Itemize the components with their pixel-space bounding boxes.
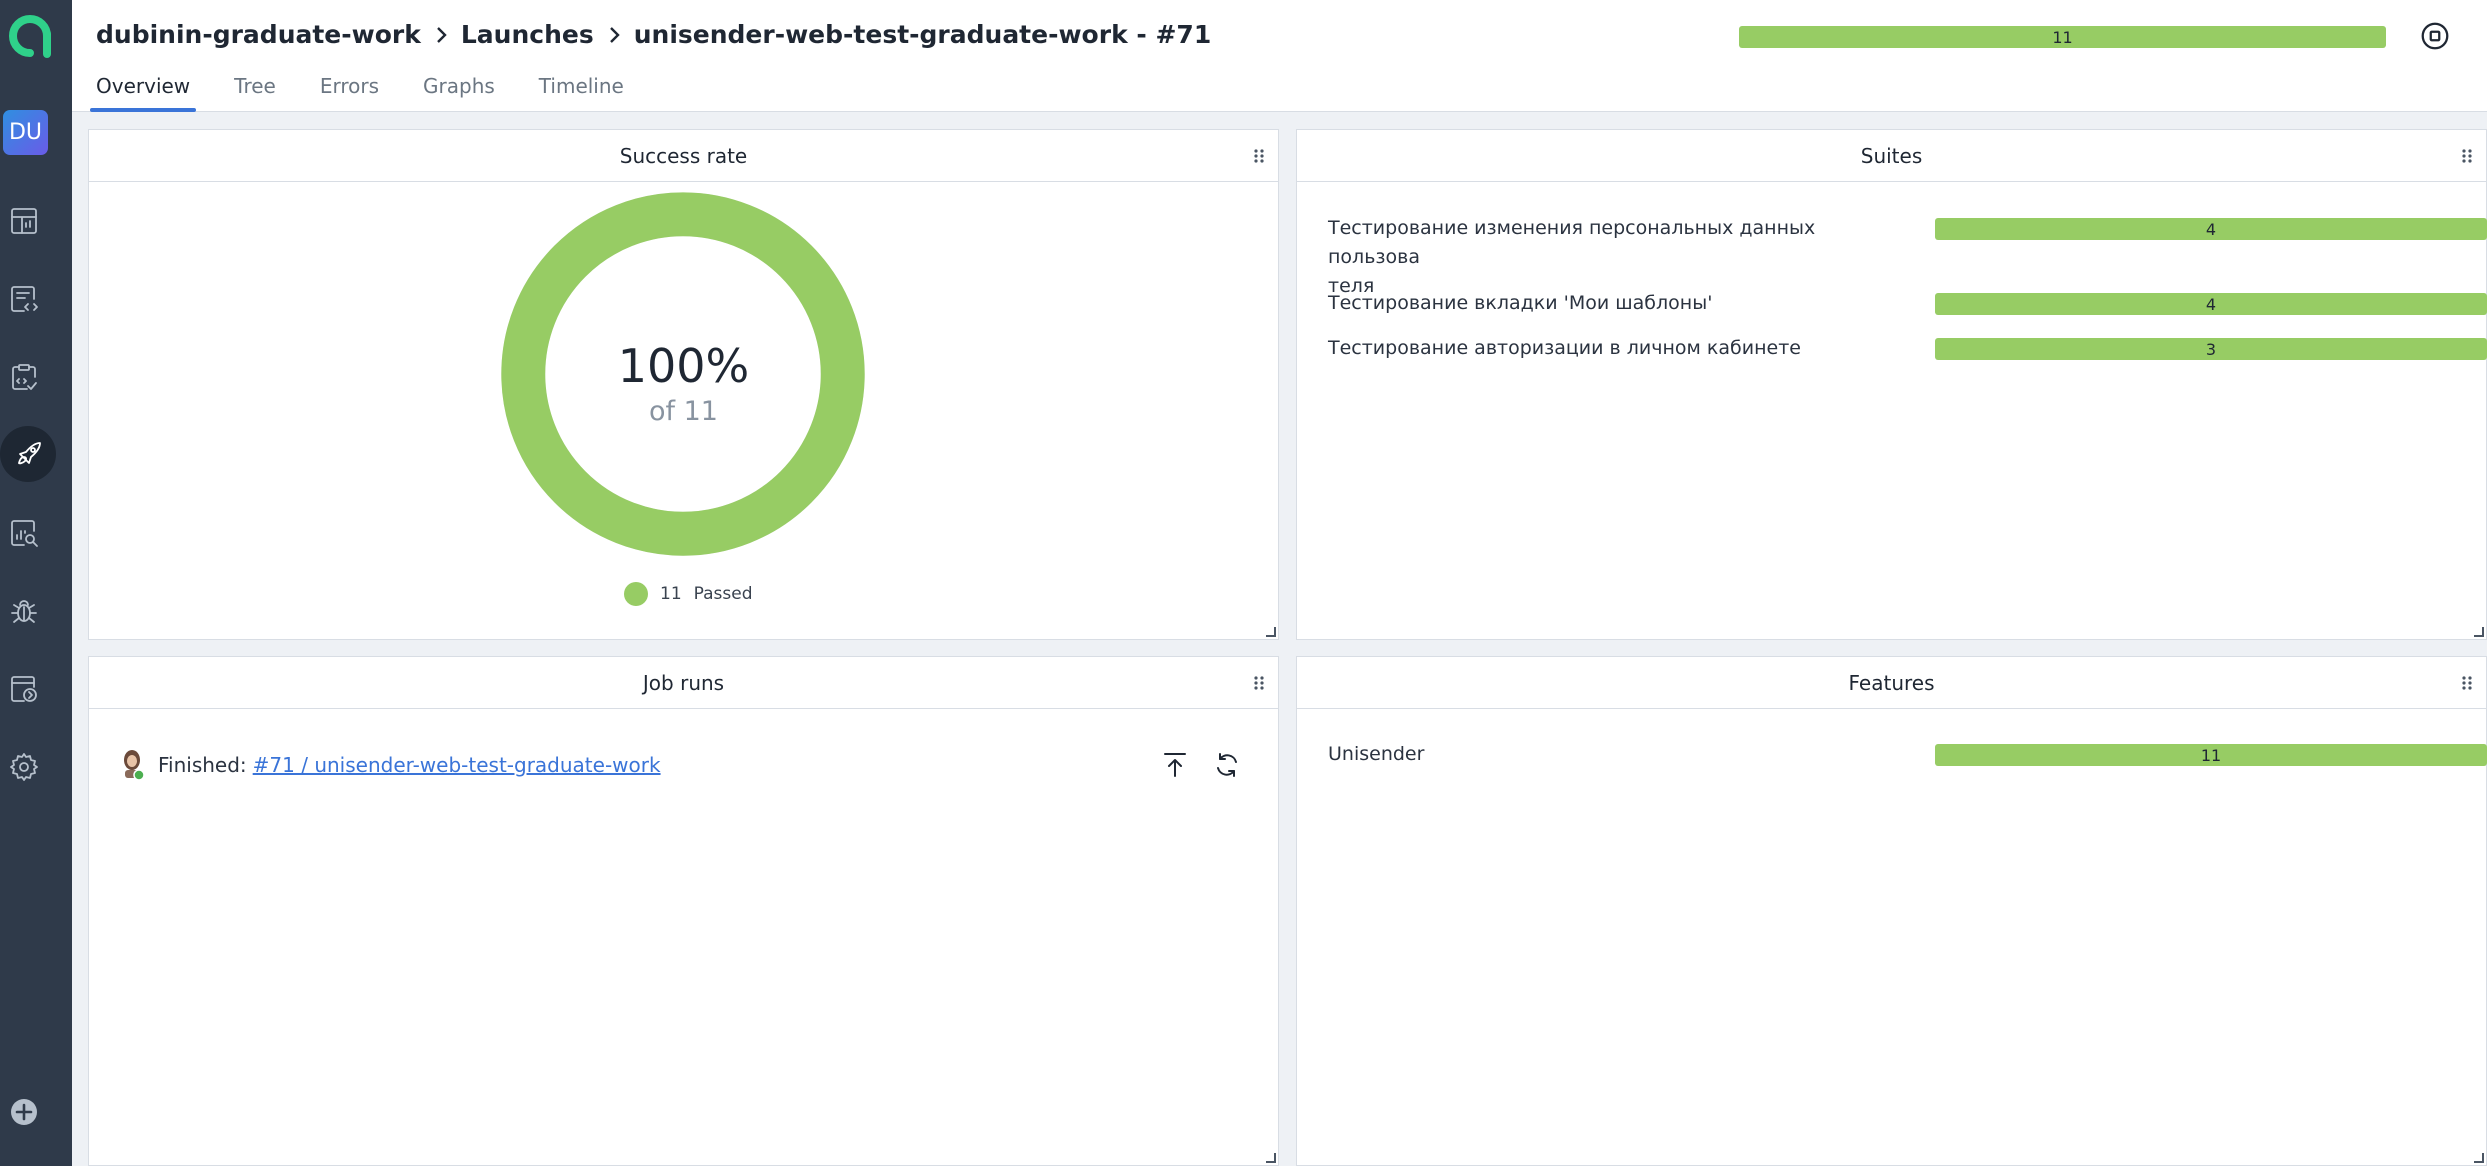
suite-label-line: Тестирование изменения персональных данн…: [1328, 217, 1816, 268]
upload-icon: [1164, 753, 1186, 777]
rerun-button[interactable]: [1207, 745, 1247, 785]
upload-button[interactable]: [1155, 745, 1195, 785]
donut-legend: 11 Passed: [624, 582, 753, 606]
launches-icon[interactable]: [0, 426, 56, 482]
widget-title: Features: [1848, 670, 1935, 695]
sidebar: DU: [0, 0, 72, 1166]
feature-count: 11: [2200, 745, 2222, 765]
drag-handle-icon[interactable]: [1252, 148, 1266, 164]
drag-handle-icon[interactable]: [2460, 148, 2474, 164]
resize-handle-icon[interactable]: [2474, 1153, 2484, 1163]
resize-handle-icon[interactable]: [1266, 1153, 1276, 1163]
project-avatar[interactable]: DU: [3, 110, 48, 155]
success-rate-widget: Success rate 100% of 11 11 Passed: [88, 129, 1279, 640]
defects-icon[interactable]: [4, 591, 44, 631]
refresh-icon: [1217, 753, 1237, 777]
jobs-icon[interactable]: [4, 669, 44, 709]
breadcrumb: dubinin-graduate-work Launches unisender…: [96, 20, 1211, 49]
add-project-icon[interactable]: [4, 1092, 44, 1132]
page-header: dubinin-graduate-work Launches unisender…: [72, 0, 2487, 112]
widget-header: Job runs: [89, 657, 1278, 709]
success-total: of 11: [649, 396, 718, 427]
job-runs-widget: Job runs Finished: #71 / unisender-web-t…: [88, 656, 1279, 1166]
suite-label: Тестирование вкладки 'Мои шаблоны': [1328, 292, 1713, 314]
dashboards-icon[interactable]: [4, 201, 44, 241]
drag-handle-icon[interactable]: [2460, 675, 2474, 691]
widget-header: Suites: [1297, 130, 2486, 182]
suite-count: 3: [2205, 339, 2217, 359]
chevron-right-icon: [421, 22, 461, 48]
chevron-right-icon: [594, 22, 634, 48]
passed-dot-icon: [624, 582, 648, 606]
resize-handle-icon[interactable]: [2474, 627, 2484, 637]
stop-circle-icon: [2421, 22, 2449, 50]
tab-tree[interactable]: Tree: [228, 72, 282, 112]
job-status: Finished:: [158, 753, 247, 777]
suite-label: Тестирование изменения персональных данн…: [1328, 214, 1888, 301]
tab-bar: Overview Tree Errors Graphs Timeline: [90, 72, 662, 112]
breadcrumb-launches[interactable]: Launches: [461, 20, 594, 49]
suite-count: 4: [2205, 219, 2217, 239]
suite-bar: 4: [1935, 293, 2487, 315]
drag-handle-icon[interactable]: [1252, 675, 1266, 691]
suite-bar: 4: [1935, 218, 2487, 240]
job-run-link[interactable]: #71 / unisender-web-test-graduate-work: [253, 753, 661, 777]
features-widget: Features Unisender 11: [1296, 656, 2487, 1166]
feature-label: Unisender: [1328, 743, 1425, 765]
analytics-icon[interactable]: [4, 513, 44, 553]
launch-progress-count: 11: [2052, 27, 2073, 47]
resize-handle-icon[interactable]: [1266, 627, 1276, 637]
user-avatar-icon: [124, 750, 145, 781]
legend-label: Passed: [693, 584, 753, 604]
test-cases-icon[interactable]: [4, 279, 44, 319]
settings-icon[interactable]: [4, 747, 44, 787]
widget-title: Suites: [1860, 143, 1923, 168]
tab-timeline[interactable]: Timeline: [533, 72, 630, 112]
widget-header: Features: [1297, 657, 2486, 709]
tab-graphs[interactable]: Graphs: [417, 72, 501, 112]
breadcrumb-launch: unisender-web-test-graduate-work - #71: [633, 20, 1212, 49]
allure-logo-icon[interactable]: [3, 8, 59, 64]
suite-bar: 3: [1935, 338, 2487, 360]
suites-widget: Suites Тестирование изменения персональн…: [1296, 129, 2487, 640]
feature-bar: 11: [1935, 744, 2487, 766]
suite-count: 4: [2205, 294, 2217, 314]
stop-launch-button[interactable]: [2417, 18, 2453, 54]
tab-overview[interactable]: Overview: [90, 72, 197, 112]
legend-count: 11: [660, 584, 682, 604]
success-percent: 100%: [617, 339, 750, 393]
launch-progress-bar: 11: [1739, 26, 2386, 48]
suite-label: Тестирование авторизации в личном кабине…: [1328, 337, 1801, 359]
widget-title: Job runs: [642, 670, 725, 695]
test-plans-icon[interactable]: [4, 357, 44, 397]
tab-errors[interactable]: Errors: [314, 72, 385, 112]
job-run-row: Finished: #71 / unisender-web-test-gradu…: [120, 745, 661, 785]
breadcrumb-project[interactable]: dubinin-graduate-work: [96, 20, 421, 49]
widget-title: Success rate: [619, 143, 748, 168]
widget-header: Success rate: [89, 130, 1278, 182]
